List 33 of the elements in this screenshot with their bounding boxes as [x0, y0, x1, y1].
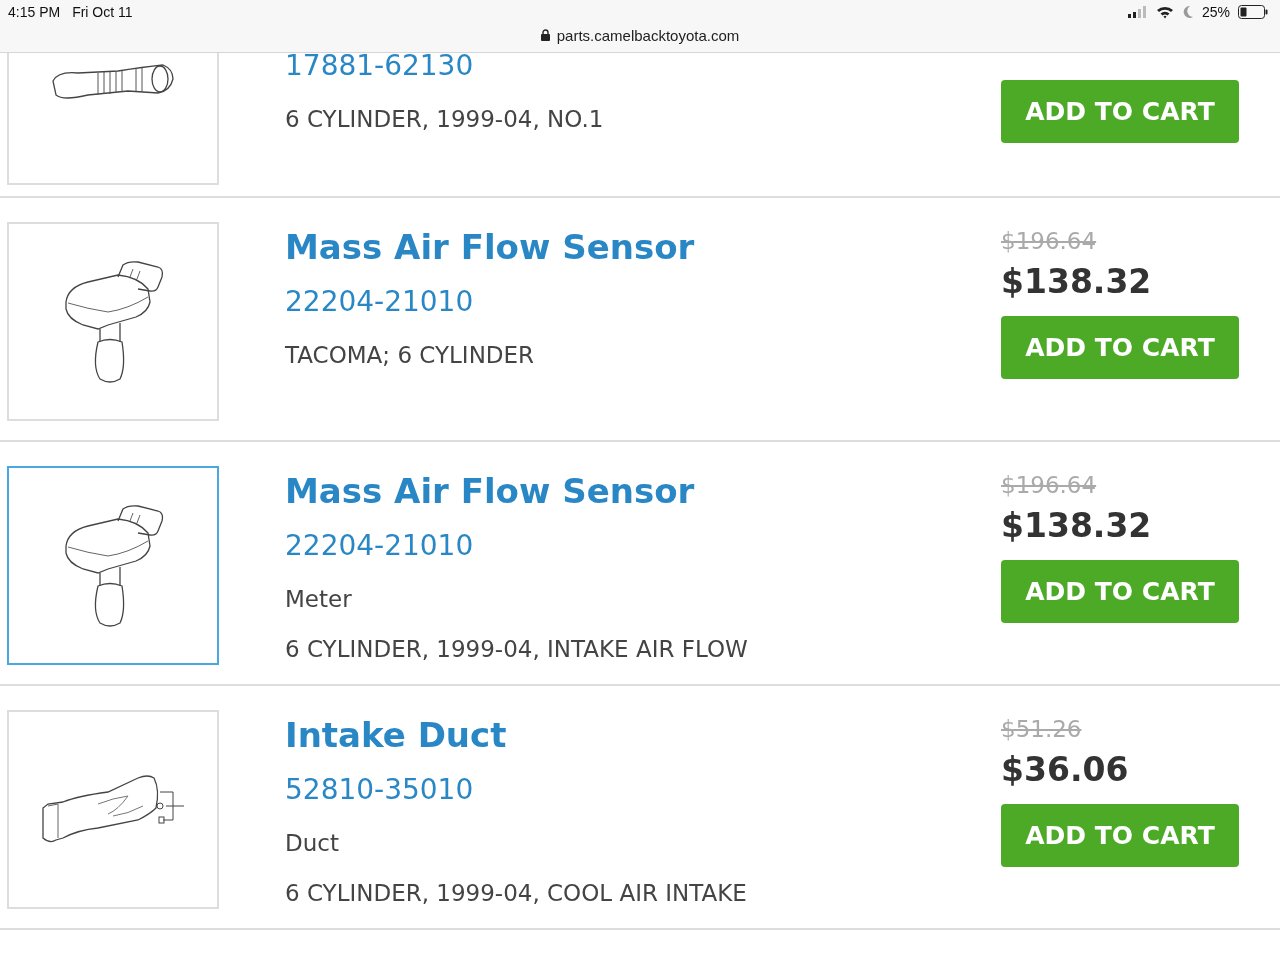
product-thumbnail[interactable] — [7, 466, 219, 665]
signal-icon — [1127, 6, 1148, 18]
add-to-cart-button[interactable]: ADD TO CART — [1001, 560, 1239, 623]
part-description: TACOMA; 6 CYLINDER — [285, 341, 536, 370]
product-title-link[interactable]: Intake Duct — [285, 710, 965, 760]
battery-icon — [1238, 5, 1268, 19]
sale-price: $36.06 — [1001, 749, 1129, 791]
part-description: Meter — [285, 585, 353, 614]
lock-icon — [540, 29, 550, 41]
status-date: Fri Oct 11 — [72, 4, 133, 20]
part-number-link[interactable]: 22204-21010 — [285, 274, 965, 330]
part-number-link[interactable]: 17881-62130 — [285, 53, 965, 94]
status-time: 4:15 PM — [8, 4, 61, 20]
original-price: $196.64 — [1001, 227, 1097, 256]
wifi-icon — [1155, 5, 1174, 19]
part-description: Duct — [285, 829, 340, 858]
sale-price: $138.32 — [1001, 261, 1152, 303]
part-number-link[interactable]: 22204-21010 — [285, 518, 965, 574]
add-to-cart-button[interactable]: ADD TO CART — [1001, 804, 1239, 867]
add-to-cart-button[interactable]: ADD TO CART — [1001, 80, 1239, 143]
battery-percentage: 25% — [1201, 4, 1230, 20]
part-number-link[interactable]: 52810-35010 — [285, 762, 965, 818]
original-price: $196.64 — [1001, 471, 1097, 500]
part-description: 6 CYLINDER, 1999-04, NO.1 — [285, 105, 605, 134]
product-title-link[interactable]: Mass Air Flow Sensor — [285, 222, 965, 272]
sale-price: $138.32 — [1001, 505, 1152, 547]
part-description: 6 CYLINDER, 1999-04, INTAKE AIR FLOW — [285, 635, 749, 664]
moon-icon — [1181, 5, 1194, 19]
address-bar-url[interactable]: parts.camelbacktoyota.com — [556, 26, 740, 44]
product-title-link[interactable]: Mass Air Flow Sensor — [285, 466, 965, 516]
part-description: 6 CYLINDER, 1999-04, COOL AIR INTAKE — [285, 879, 748, 908]
add-to-cart-button[interactable]: ADD TO CART — [1001, 316, 1239, 379]
original-price: $51.26 — [1001, 715, 1082, 744]
